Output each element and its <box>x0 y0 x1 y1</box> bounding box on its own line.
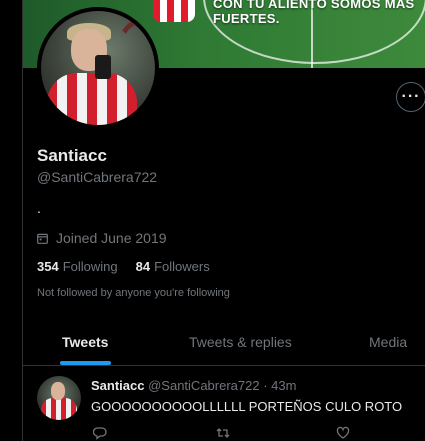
tab-tweets-replies[interactable]: Tweets & replies <box>189 334 292 350</box>
tweet-meta: @SantiCabrera722 · 43m <box>148 378 297 393</box>
joined-date: Joined June 2019 <box>37 230 167 246</box>
following-label: Following <box>62 259 118 274</box>
followers-link[interactable]: 84 Followers <box>136 259 210 274</box>
like-icon[interactable] <box>336 426 350 440</box>
tweet-author[interactable]: Santiacc <box>91 378 144 393</box>
tweet-avatar-shirt <box>41 398 77 420</box>
profile-bio: . <box>37 200 41 216</box>
tweet-item[interactable]: Santiacc @SantiCabrera722 · 43m GOOOOOOO… <box>23 366 425 441</box>
followers-label: Followers <box>154 259 210 274</box>
avatar-phone <box>95 55 111 79</box>
following-count: 354 <box>37 259 59 274</box>
profile-avatar[interactable] <box>37 7 159 129</box>
joined-text: Joined June 2019 <box>56 230 167 246</box>
followers-count: 84 <box>135 259 151 274</box>
tweet-text: GOOOOOOOOOOLLLLLL PORTEÑOS CULO ROTO <box>91 399 403 414</box>
follow-stats: 354 Following 84 Followers <box>37 259 210 274</box>
profile-tabs: Tweets Tweets & replies Media <box>23 320 425 366</box>
club-crest-icon <box>153 0 195 22</box>
avatar-shirt <box>47 73 137 125</box>
retweet-icon[interactable] <box>216 426 230 440</box>
not-followed-note: Not followed by anyone you're following <box>37 287 230 299</box>
following-link[interactable]: 354 Following <box>37 259 118 274</box>
active-tab-indicator <box>60 361 111 365</box>
tweet-avatar[interactable] <box>37 376 81 420</box>
more-icon: ··· <box>401 88 421 105</box>
tab-tweets[interactable]: Tweets <box>62 334 108 350</box>
reply-icon[interactable] <box>93 426 107 440</box>
more-button[interactable]: ··· <box>396 82 425 112</box>
profile-name: Santiacc <box>37 146 107 165</box>
tweet-avatar-face <box>51 382 65 400</box>
tweet-header: Santiacc @SantiCabrera722 · 43m <box>91 378 296 393</box>
profile-handle: @SantiCabrera722 <box>37 169 158 185</box>
tab-media[interactable]: Media <box>369 334 407 350</box>
calendar-icon <box>37 233 48 244</box>
banner-text: CON TU ALIENTO SOMOS MAS FUERTES. <box>213 0 415 26</box>
